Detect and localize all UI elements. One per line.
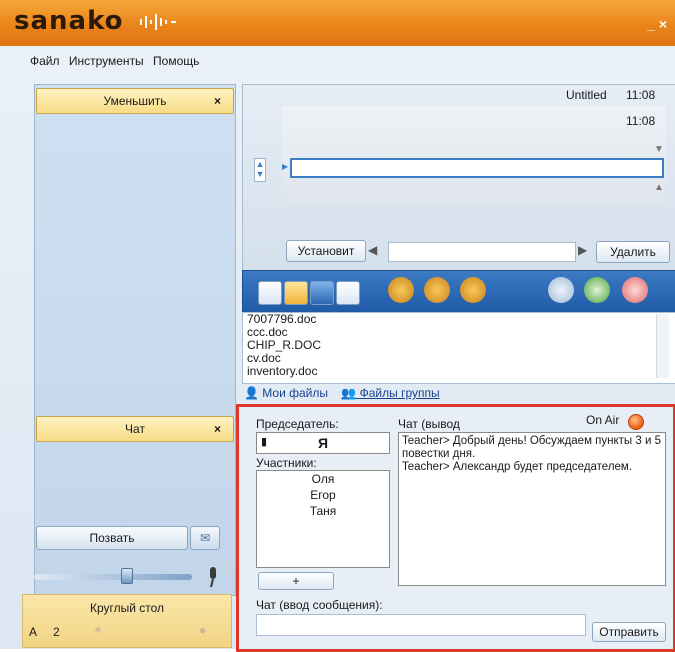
menu-help[interactable]: Помощь bbox=[153, 54, 199, 68]
marker-down-icon[interactable]: ▼ bbox=[654, 144, 664, 155]
chair-label: Председатель: bbox=[256, 417, 339, 431]
tab-group-files[interactable]: 👥 Файлы группы bbox=[341, 386, 439, 400]
add-participant-button[interactable]: + bbox=[258, 572, 334, 590]
delete-button[interactable]: Удалить bbox=[596, 241, 670, 263]
chat-output-label: Чат (вывод bbox=[398, 417, 460, 431]
export-icon[interactable] bbox=[460, 277, 486, 303]
save-icon[interactable] bbox=[310, 281, 334, 305]
chat-message: Teacher> Александр будет председателем. bbox=[402, 461, 633, 473]
record-icon[interactable] bbox=[622, 277, 648, 303]
close-button[interactable]: × bbox=[659, 16, 667, 32]
chat-output: Teacher> Добрый день! Обсуждаем пункты 3… bbox=[398, 432, 666, 586]
repeat-icon[interactable] bbox=[424, 277, 450, 303]
tab-group-files-label: Файлы группы bbox=[359, 386, 440, 400]
tab-my-files[interactable]: 👤 Мои файлы bbox=[244, 386, 328, 400]
prev-arrow-icon[interactable]: ◀ bbox=[368, 243, 377, 257]
menu-file[interactable]: Файл bbox=[30, 54, 60, 68]
sound-wave-icon bbox=[140, 14, 176, 30]
round-table-label: Круглый стол bbox=[89, 601, 165, 615]
send-button[interactable]: Отправить bbox=[592, 622, 666, 642]
call-icon[interactable]: ✉ bbox=[190, 526, 220, 550]
chat-close-icon[interactable]: × bbox=[214, 417, 221, 441]
tab-my-files-label: Мои файлы bbox=[262, 386, 328, 400]
call-button[interactable]: Позвать bbox=[36, 526, 188, 550]
menu-tools[interactable]: Инструменты bbox=[69, 54, 144, 68]
next-arrow-icon[interactable]: ▶ bbox=[578, 243, 587, 257]
play-icon[interactable] bbox=[584, 277, 610, 303]
list-item[interactable]: CHIP_R.DOC bbox=[243, 339, 675, 352]
waveform-area bbox=[282, 106, 666, 206]
round-table-count: 2 bbox=[53, 625, 60, 639]
left-panel bbox=[34, 84, 236, 596]
chat-toggle-label: Чат bbox=[125, 422, 145, 436]
file-list-scrollbar[interactable] bbox=[656, 314, 669, 378]
chat-input[interactable] bbox=[256, 614, 586, 636]
participants-list[interactable]: Оля Егор Таня bbox=[256, 470, 390, 568]
reduce-close-icon[interactable]: × bbox=[214, 89, 221, 113]
menu-bar: Файл Инструменты Помощь bbox=[30, 54, 205, 68]
chair-field: ▮ Я bbox=[256, 432, 390, 454]
volume-slider-thumb[interactable] bbox=[120, 568, 133, 584]
window-controls[interactable]: _ × bbox=[647, 16, 667, 32]
microphone-icon[interactable] bbox=[206, 566, 220, 588]
open-folder-icon[interactable] bbox=[284, 281, 308, 305]
round-table-panel: Круглый стол A 2 ✶ ● bbox=[22, 594, 232, 648]
list-item[interactable]: Егор bbox=[257, 487, 389, 503]
chat-toggle-button[interactable]: Чат × bbox=[36, 416, 234, 442]
faded-tool-icon: ● bbox=[199, 623, 207, 637]
list-item[interactable]: 7007796.doc bbox=[243, 313, 675, 326]
list-item[interactable]: inventory.doc bbox=[243, 365, 675, 378]
file-tabs: 👤 Мои файлы 👥 Файлы группы bbox=[244, 386, 450, 400]
marker-up-icon[interactable]: ▲ bbox=[654, 182, 664, 193]
document-title: Untitled bbox=[566, 88, 607, 102]
track-start-marker-icon: ▶ bbox=[282, 162, 289, 171]
swap-icon[interactable] bbox=[388, 277, 414, 303]
reduce-label: Уменьшить bbox=[103, 94, 167, 108]
bookmark-field[interactable] bbox=[388, 242, 576, 262]
set-button[interactable]: Установит bbox=[286, 240, 366, 262]
list-item[interactable]: Оля bbox=[257, 471, 389, 487]
waveform-settings-icon[interactable] bbox=[336, 281, 360, 305]
on-air-label: On Air bbox=[586, 413, 620, 427]
track-bar[interactable] bbox=[290, 158, 664, 178]
sanako-logo: sanako bbox=[14, 6, 124, 36]
time-inner: 11:08 bbox=[626, 114, 656, 128]
minimize-button[interactable]: _ bbox=[647, 16, 655, 32]
new-file-icon[interactable] bbox=[258, 281, 282, 305]
round-table-letter: A bbox=[29, 625, 38, 639]
faded-icon: ✶ bbox=[93, 623, 104, 637]
list-item[interactable]: Таня bbox=[257, 503, 389, 519]
side-arrows-icon[interactable]: ▲ ▼ bbox=[254, 158, 266, 182]
on-air-indicator-icon bbox=[628, 414, 644, 430]
stop-icon[interactable] bbox=[548, 277, 574, 303]
volume-slider[interactable] bbox=[34, 574, 192, 580]
time-top: 11:08 bbox=[626, 88, 656, 102]
reduce-button[interactable]: Уменьшить × bbox=[36, 88, 234, 114]
chair-value: Я bbox=[317, 435, 329, 451]
chat-message: Teacher> Добрый день! Обсуждаем пункты 3… bbox=[402, 435, 661, 460]
chat-input-label: Чат (ввод сообщения): bbox=[256, 598, 383, 612]
file-list[interactable]: 7007796.doc ccc.doc CHIP_R.DOC cv.doc in… bbox=[242, 312, 675, 384]
participants-label: Участники: bbox=[256, 456, 317, 470]
